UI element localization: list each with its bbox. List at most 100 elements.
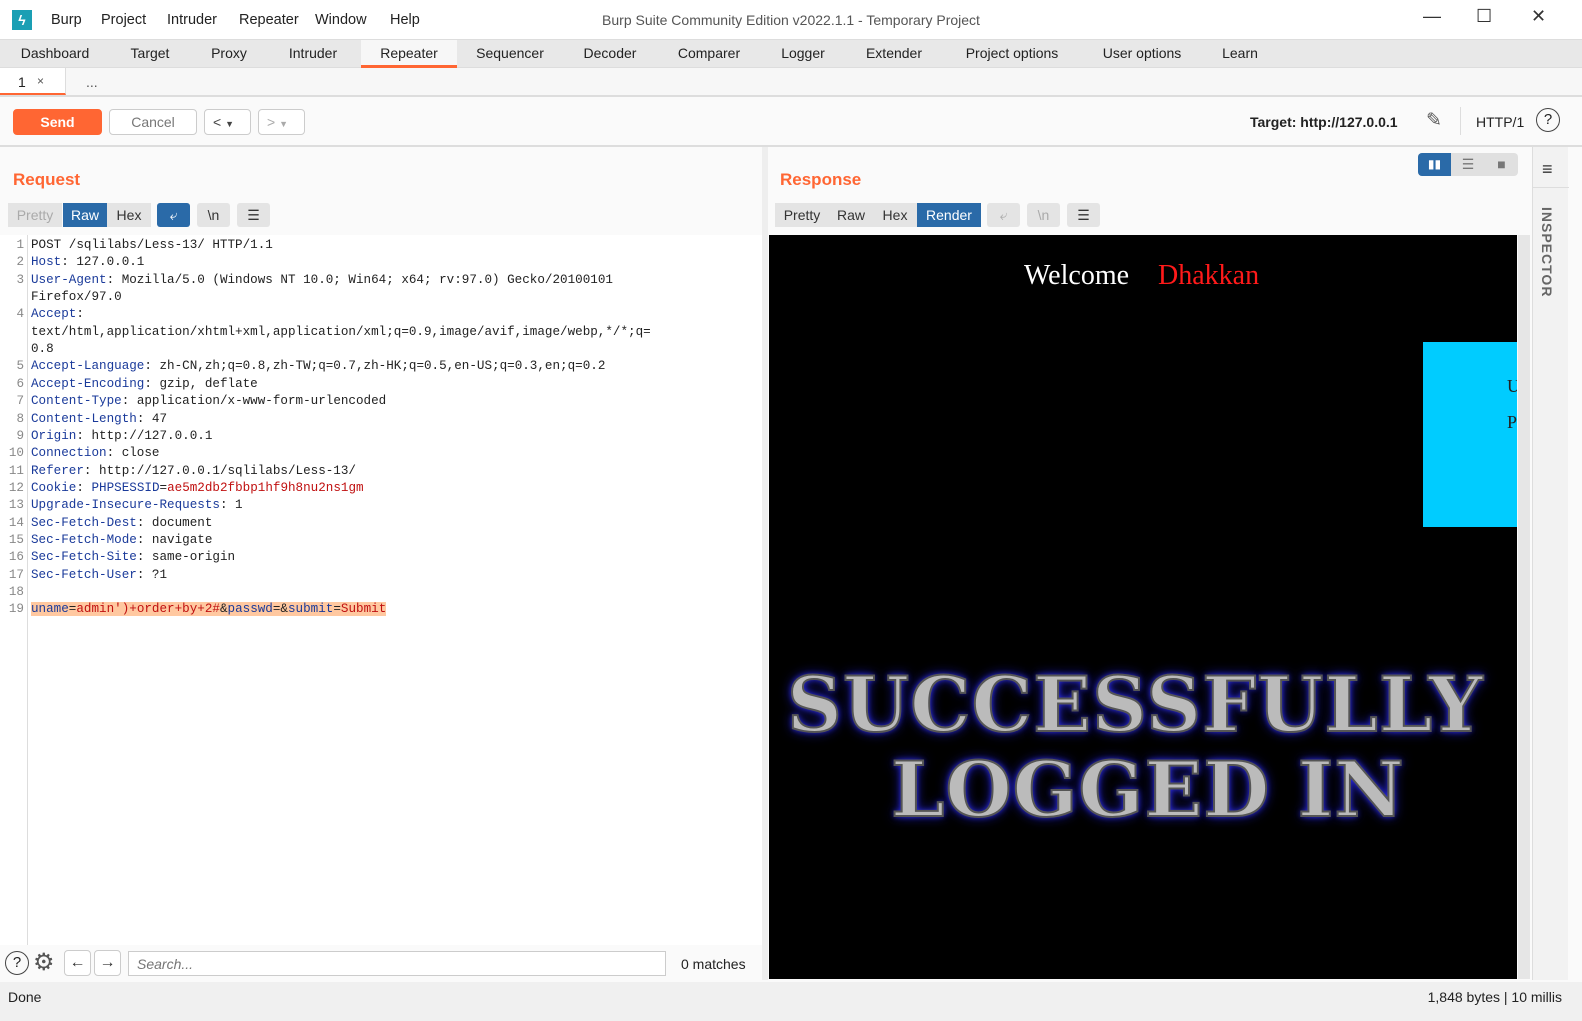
repeater-tabs: 1 × ... (0, 68, 1582, 97)
repeater-tab-1[interactable]: 1 × (0, 68, 66, 95)
code-text: = (159, 480, 168, 495)
response-hex-tab[interactable]: Hex (873, 203, 917, 227)
inspector-toggle-icon[interactable]: ≡ (1542, 159, 1553, 180)
request-hex-tab[interactable]: Hex (107, 203, 151, 227)
help-icon[interactable]: ? (1536, 108, 1560, 132)
close-icon[interactable]: ✕ (1531, 6, 1546, 27)
cancel-button[interactable]: Cancel (109, 109, 197, 135)
send-button[interactable]: Send (13, 109, 102, 135)
response-render-tab[interactable]: Render (917, 203, 981, 227)
menu-icon[interactable]: ☰ (237, 203, 270, 227)
edit-target-pencil-icon[interactable]: ✎ (1426, 109, 1442, 132)
tab-project-options[interactable]: Project options (950, 40, 1074, 68)
code-text: = (333, 602, 341, 617)
show-newlines-toggle[interactable]: \n (197, 203, 230, 227)
menu-icon[interactable]: ☰ (1067, 203, 1100, 227)
request-pretty-tab[interactable]: Pretty (8, 203, 62, 227)
code-line: POST /sqlilabs/Less-13/ HTTP/1.1 (31, 238, 273, 252)
settings-gear-icon[interactable]: ⚙ (33, 948, 55, 977)
code-line: Firefox/97.0 (31, 290, 122, 304)
code-line: Sec-Fetch-Site: same-origin (31, 550, 235, 564)
header-name: PHPSESSID (91, 480, 160, 495)
search-input[interactable] (128, 951, 666, 976)
line-number: 8 (16, 411, 24, 426)
new-tab-button[interactable]: ... (86, 74, 98, 90)
code-line: Host: 127.0.0.1 (31, 255, 144, 269)
response-size-time: 1,848 bytes | 10 millis (1427, 989, 1562, 1005)
maximize-icon[interactable]: ☐ (1476, 6, 1492, 27)
dropdown-icon: ▼ (279, 119, 288, 129)
tab-repeater[interactable]: Repeater (361, 40, 457, 68)
previous-match-arrow-icon[interactable]: ← (64, 950, 91, 976)
code-text: & (219, 602, 228, 617)
code-line: Accept-Language: zh-CN,zh;q=0.8,zh-TW;q=… (31, 359, 605, 373)
code-text: Firefox/97.0 (31, 290, 122, 305)
code-text: : 1 (219, 498, 243, 513)
code-text: : navigate (136, 532, 213, 547)
line-number: 15 (8, 532, 24, 547)
tab-decoder[interactable]: Decoder (570, 40, 650, 68)
code-line: Accept: (31, 307, 84, 321)
code-line: Accept-Encoding: gzip, deflate (31, 377, 258, 391)
line-number: 18 (8, 585, 24, 599)
word-wrap-icon[interactable]: ⤶ (157, 203, 190, 227)
target-label: Target: http://127.0.0.1 (1250, 114, 1398, 130)
tab-user-options[interactable]: User options (1090, 40, 1194, 68)
code-line: Cookie: PHPSESSID=ae5m2db2fbbp1hf9h8nu2n… (31, 481, 364, 495)
split-divider[interactable] (762, 147, 768, 980)
previous-request-button[interactable]: < ▼ (204, 109, 251, 135)
layout-single-icon[interactable]: ■ (1485, 153, 1518, 176)
inspector-label[interactable]: INSPECTOR (1539, 207, 1555, 297)
header-name: Connection (31, 446, 107, 461)
inspector-sidebar[interactable]: ≡ INSPECTOR (1532, 147, 1569, 980)
code-text: text/html,application/xhtml+xml,applicat… (31, 324, 651, 339)
http-version-toggle[interactable]: HTTP/1 (1476, 114, 1524, 130)
header-name: uname (31, 602, 69, 617)
box-label-2: P (1507, 412, 1517, 432)
tab-learn[interactable]: Learn (1210, 40, 1270, 68)
line-gutter (27, 235, 28, 945)
tab-proxy[interactable]: Proxy (195, 40, 263, 68)
tab-extender[interactable]: Extender (853, 40, 935, 68)
response-scrollbar[interactable] (1518, 235, 1530, 979)
header-name: Accept (31, 307, 77, 322)
code-text: : application/x-www-form-urlencoded (121, 394, 387, 409)
code-line: 0.8 (31, 342, 54, 356)
header-name: Sec-Fetch-Site (31, 550, 137, 565)
match-count: 0 matches (681, 956, 746, 972)
success-headline-line1: SUCCESSFULLY (786, 659, 1484, 750)
response-title: Response (780, 170, 862, 189)
request-editor[interactable]: 1 POST /sqlilabs/Less-13/ HTTP/1.1 2 Host: … (0, 235, 762, 945)
layout-stacked-icon[interactable]: ☰ (1452, 153, 1484, 176)
code-line: Origin: http://127.0.0.1 (31, 429, 212, 443)
tab-logger[interactable]: Logger (768, 40, 838, 68)
response-pretty-tab[interactable]: Pretty (775, 203, 829, 227)
show-newlines-icon: \n (1027, 203, 1060, 227)
code-text: : (76, 480, 92, 495)
code-text: : gzip, deflate (144, 376, 258, 391)
tab-sequencer[interactable]: Sequencer (465, 40, 555, 68)
minimize-icon[interactable]: — (1423, 6, 1441, 27)
code-line: Sec-Fetch-User: ?1 (31, 568, 167, 582)
tab-intruder[interactable]: Intruder (273, 40, 353, 68)
close-tab-icon[interactable]: × (37, 74, 44, 88)
layout-side-by-side-icon[interactable]: ▮▮ (1418, 153, 1451, 176)
header-name: Origin (31, 428, 77, 443)
chevron-left-icon: < (213, 114, 222, 130)
next-match-arrow-icon[interactable]: → (94, 950, 121, 976)
code-text: POST /sqlilabs/Less-13/ HTTP/1.1 (31, 238, 273, 252)
toolbar: Send Cancel < ▼ > ▼ Target: http://127.0… (0, 97, 1582, 147)
line-number: 4 (16, 307, 24, 322)
code-text: : 47 (136, 411, 168, 426)
next-request-button[interactable]: > ▼ (258, 109, 305, 135)
chevron-right-icon: > (267, 114, 276, 130)
code-text: : Mozilla/5.0 (Windows NT 10.0; Win64; x… (106, 272, 613, 287)
username-text: Dhakkan (1158, 260, 1260, 291)
tab-comparer[interactable]: Comparer (665, 40, 753, 68)
tab-target[interactable]: Target (115, 40, 185, 68)
tab-dashboard[interactable]: Dashboard (5, 40, 105, 68)
code-text: : zh-CN,zh;q=0.8,zh-TW;q=0.7,zh-HK;q=0.5… (144, 359, 606, 374)
response-raw-tab[interactable]: Raw (829, 203, 873, 227)
help-icon[interactable]: ? (5, 951, 29, 975)
request-raw-tab[interactable]: Raw (63, 203, 107, 227)
